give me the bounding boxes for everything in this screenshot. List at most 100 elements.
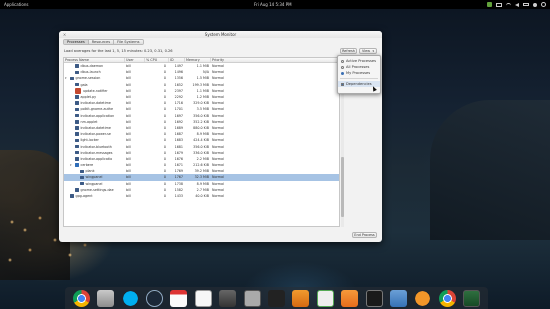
cell-memory: 1.2 MiB (196, 95, 209, 100)
cell-memory: 2.2 MiB (196, 156, 209, 161)
panel-clock[interactable]: Fri Aug 14 5:34 PM (254, 2, 292, 7)
cell-memory: 356.0 KiB (193, 113, 209, 118)
cell-process-name: polkit-gnome-authe (64, 107, 125, 111)
process-name: gpg-agent (75, 194, 93, 199)
cell-priority: Normal (212, 64, 224, 69)
terminal-icon[interactable] (365, 289, 383, 307)
wifi-icon[interactable] (506, 3, 511, 6)
cell-id: 1582 (174, 187, 183, 192)
update-icon[interactable] (414, 289, 432, 307)
cell-id: 1738 (174, 181, 183, 186)
cell-cpu: 0 (163, 144, 166, 149)
cell-id: 1716 (174, 101, 183, 106)
column-header-priority[interactable]: Priority (211, 58, 339, 62)
tab-file-systems[interactable]: File Systems (114, 40, 143, 44)
view-button-label: View (362, 49, 371, 53)
column-header-process-name[interactable]: Process Name (64, 58, 125, 62)
cell-user: bill (126, 125, 131, 130)
cell-priority: Normal (212, 169, 224, 174)
cell-id: 1671 (174, 163, 183, 168)
text-editor-icon[interactable] (194, 289, 212, 307)
expander-icon[interactable]: ▾ (65, 76, 68, 80)
cell-process-name: indicator-bluetooth (64, 145, 125, 149)
cell-id: 2292 (174, 95, 183, 100)
cell-process-name: light-locker (64, 138, 125, 142)
files-icon[interactable] (243, 289, 261, 307)
end-process-button[interactable]: End Process (352, 232, 377, 238)
cell-id: 1769 (174, 169, 183, 174)
cell-priority: Normal (212, 95, 224, 100)
column-header-memory[interactable]: Memory (185, 58, 211, 62)
power-icon[interactable] (541, 2, 546, 7)
scrollbar-thumb[interactable] (341, 157, 344, 217)
cell-cpu: 0 (163, 150, 166, 155)
cell-cpu: 0 (163, 107, 166, 112)
cell-cpu: 0 (163, 64, 166, 69)
folder-icon[interactable] (97, 289, 115, 307)
process-name: indicator-applicatio (80, 156, 113, 161)
monitor-icon[interactable] (219, 289, 237, 307)
app-indicator-icon[interactable] (487, 2, 492, 7)
cell-priority: Normal (212, 76, 224, 81)
battery-icon[interactable] (523, 3, 529, 6)
system-monitor-icon[interactable] (463, 289, 481, 307)
menu-item-my-processes[interactable]: My Processes (338, 70, 380, 76)
cell-process-name: plank (64, 169, 125, 173)
wallpaper-hill (430, 100, 550, 240)
cell-user: bill (126, 138, 131, 143)
cell-user: bill (126, 156, 131, 161)
column-header-cpu[interactable]: % CPU (145, 58, 169, 62)
table-row[interactable]: gpg-agent bill 0 1433 40.0 KiB Normal (64, 193, 339, 199)
mail-icon[interactable] (496, 2, 502, 7)
process-name: nm-applet (80, 119, 98, 124)
cell-memory: N/A (203, 70, 209, 75)
cell-priority: Normal (212, 119, 224, 124)
cell-cpu: 0 (163, 95, 166, 100)
cell-cpu: 0 (163, 175, 166, 180)
close-icon[interactable]: × (62, 32, 67, 37)
load-average-text: Load averages for the last 1, 5, 15 minu… (64, 49, 173, 53)
chrome-icon[interactable] (72, 289, 90, 307)
column-header-user[interactable]: User (125, 58, 145, 62)
cell-priority: Normal (212, 113, 224, 118)
window-titlebar[interactable]: × System Monitor (59, 31, 382, 38)
process-name: light-locker (80, 138, 99, 143)
volume-icon[interactable] (515, 2, 519, 7)
cell-priority: Normal (212, 88, 224, 93)
process-icon (75, 138, 79, 143)
cell-process-name: indicator-datetime (64, 101, 125, 105)
cell-id: 1689 (174, 125, 183, 130)
top-panel: Applications Fri Aug 14 5:34 PM (0, 0, 550, 9)
cell-user: bill (126, 95, 131, 100)
process-icon (75, 188, 79, 192)
user-icon[interactable] (533, 2, 537, 7)
steam-icon[interactable] (145, 289, 163, 307)
video-icon[interactable] (267, 289, 285, 307)
calendar-icon[interactable] (170, 289, 188, 307)
cell-process-name: indicator-power-se (64, 132, 125, 136)
process-icon (75, 107, 79, 112)
column-header-id[interactable]: ID (169, 58, 185, 62)
spreadsheet-icon[interactable] (316, 289, 334, 307)
process-icon (75, 64, 79, 68)
process-icon (80, 175, 84, 180)
software-center-icon[interactable] (341, 289, 359, 307)
applications-menu[interactable]: Applications (4, 2, 28, 7)
chrome-icon[interactable] (438, 289, 456, 307)
tab-processes[interactable]: Processes (64, 40, 89, 44)
process-icon (80, 169, 84, 174)
process-icon (75, 120, 79, 124)
tab-resources[interactable]: Resources (88, 40, 115, 44)
switchboard-icon[interactable] (389, 289, 407, 307)
cell-user: bill (126, 70, 131, 75)
cell-cpu: 0 (163, 119, 166, 124)
refresh-button[interactable]: Refresh (340, 48, 357, 54)
music-icon[interactable] (292, 289, 310, 307)
cell-user: bill (126, 169, 131, 174)
cell-user: bill (126, 163, 131, 168)
process-name: indicator-power-se (80, 132, 111, 137)
skype-icon[interactable] (121, 289, 139, 307)
process-icon (75, 70, 79, 75)
expander-icon[interactable]: ▾ (70, 163, 73, 167)
view-button[interactable]: View ▾ (359, 48, 377, 54)
